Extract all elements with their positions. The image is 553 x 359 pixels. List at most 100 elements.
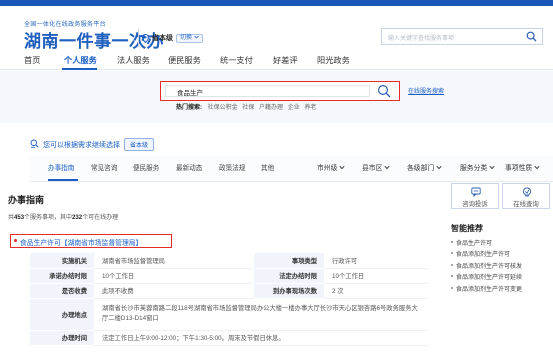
switch-location-button[interactable]: 切换: [176, 33, 204, 43]
nav-convenience-services[interactable]: 便民服务: [168, 54, 201, 66]
tab-policies[interactable]: 政策法规: [219, 162, 245, 172]
nav-home[interactable]: 首页: [24, 54, 40, 66]
smart-recommend-list: 食品生产许可 食品添加剂生产许可 食品添加剂生产许可核发 食品添加剂生产许可延续…: [451, 238, 553, 295]
service-search-box[interactable]: 食品生产: [160, 81, 400, 101]
filter-label: 各级部门: [407, 165, 435, 172]
nav-active-indicator: [62, 68, 97, 70]
nav-corporate-services[interactable]: 法人服务: [117, 54, 150, 66]
search-icon[interactable]: [526, 31, 537, 44]
refine-prompt-text: 您可以根据需求继续选择: [43, 141, 120, 149]
chevron-down-icon: [534, 165, 540, 172]
result-tabs: 办事指南 常见咨询 便民服务 最新动态 政策法规 其他 市州级 县市区 各级部门…: [30, 156, 553, 182]
global-search-input[interactable]: 输入关键字查找服务事项: [381, 28, 543, 45]
filter-item-nature[interactable]: 事项性质: [505, 162, 540, 172]
detail-value: 湖南省长沙市芙蓉南路二段118号湖南省市场监督管理局办公大楼一楼办事大厅长沙市天…: [94, 298, 428, 331]
filter-service-category[interactable]: 服务分类: [460, 162, 495, 172]
detail-label: 实施机关: [30, 253, 94, 269]
detail-value: 此项不收费: [94, 283, 254, 299]
quick-actions: 咨询投诉 在线查询: [451, 183, 553, 209]
detail-label: 办理时间: [30, 330, 94, 346]
hot-keyword[interactable]: 社保: [242, 105, 254, 111]
location-name: 省本级: [152, 35, 173, 42]
hot-searches: 热门搜索: 社保公积金 社保 户籍办理 企业 养老: [176, 102, 319, 111]
list-item[interactable]: 食品添加剂生产许可变更: [451, 284, 553, 295]
tab-convenience[interactable]: 便民服务: [133, 162, 159, 172]
nav-personal-services[interactable]: 个人服务: [64, 54, 97, 66]
table-row: 办理地点 湖南省长沙市芙蓉南路二段118号湖南省市场监督管理局办公大楼一楼办事大…: [30, 298, 428, 331]
list-item[interactable]: 食品添加剂生产许可核发: [451, 261, 553, 272]
right-sidebar: 咨询投诉 在线查询 智能推荐 食品生产许可 食品添加剂生产许可 食品添加剂生产许…: [451, 183, 553, 293]
tab-faq[interactable]: 常见咨询: [91, 162, 117, 172]
chat-icon: [471, 187, 481, 199]
consult-complaint-label: 咨询投诉: [462, 201, 488, 208]
level-chip[interactable]: 省本级: [124, 138, 155, 151]
filter-label: 服务分类: [460, 165, 488, 172]
table-row: 办理时间 法定工作日上午9:00-12:00；下午1:30-5:00。周末及节假…: [30, 330, 428, 346]
detail-label: 承诺办结时限: [30, 268, 94, 284]
detail-label: 到办事现场次数: [254, 283, 324, 299]
section-title: 办事指南: [8, 195, 45, 205]
detail-value: 10个工作日: [324, 268, 428, 284]
list-item[interactable]: 食品生产许可: [451, 238, 553, 249]
hot-keyword[interactable]: 户籍办理: [259, 105, 283, 111]
nav-open-government[interactable]: 阳光政务: [317, 54, 350, 66]
nav-rating[interactable]: 好差评: [273, 54, 298, 66]
query-icon: [522, 187, 532, 199]
search-banner: 食品生产 在线服务搜索 热门搜索: 社保公积金 社保 户籍办理 企业 养老: [0, 71, 553, 123]
hot-searches-label: 热门搜索:: [176, 105, 202, 111]
result-count: 共453个服务事项，其中232个可在线办理: [8, 212, 118, 221]
tab-active-indicator: [48, 179, 78, 181]
service-details-table: 实施机关 湖南省市场监督管理局 事项类型 行政许可 承诺办结时限 10个工作日 …: [30, 253, 428, 346]
online-query-label: 在线查询: [513, 201, 539, 208]
tab-service-guide[interactable]: 办事指南: [48, 162, 74, 172]
location-pin-icon: [142, 33, 149, 43]
count-online: 232: [72, 215, 83, 221]
detail-label: 法定办结时限: [254, 268, 324, 284]
result-item-title[interactable]: 食品生产许可【湖南省市场监督管理局】: [20, 237, 142, 247]
global-search-placeholder: 输入关键字查找服务事项: [388, 36, 455, 42]
filter-departments[interactable]: 各级部门: [407, 162, 442, 172]
chevron-down-icon: [339, 165, 345, 172]
chevron-down-icon: [384, 165, 390, 172]
tab-news[interactable]: 最新动态: [176, 162, 202, 172]
list-item[interactable]: 食品添加剂生产许可延续: [451, 272, 553, 283]
hot-keyword[interactable]: 社保公积金: [208, 105, 238, 111]
table-row: 是否收费 此项不收费 到办事现场次数 2 次: [30, 283, 428, 299]
filter-county-level[interactable]: 县市区: [362, 162, 390, 172]
smart-recommend-title: 智能推荐: [451, 224, 483, 233]
hot-keyword[interactable]: 企业: [288, 105, 300, 111]
search-icon[interactable]: [377, 84, 391, 100]
count-mid: 个服务事项，其中: [24, 215, 73, 221]
filter-label: 市州级: [317, 165, 338, 172]
detail-value: 湖南省市场监督管理局: [94, 253, 254, 269]
header: 全国一体化在线政务服务平台 湖南一件事一次办 省本级 切换 输入关键字查找服务事…: [0, 6, 553, 52]
nav-unified-payment[interactable]: 统一支付: [220, 54, 253, 66]
filter-label: 县市区: [362, 165, 383, 172]
main-nav: 首页 个人服务 法人服务 便民服务 统一支付 好差评 阳光政务: [0, 50, 553, 70]
chevron-down-icon: [436, 165, 442, 172]
table-row: 实施机关 湖南省市场监督管理局 事项类型 行政许可: [30, 253, 428, 269]
detail-value: 10个工作日: [94, 268, 254, 284]
detail-value: 2 次: [324, 283, 428, 299]
service-search-value: 食品生产: [177, 90, 203, 97]
filter-city-level[interactable]: 市州级: [317, 162, 345, 172]
count-total: 453: [14, 215, 25, 221]
search-refine-icon: [30, 139, 39, 150]
table-row: 承诺办结时限 10个工作日 法定办结时限 10个工作日: [30, 268, 428, 284]
list-item[interactable]: 食品添加剂生产许可: [451, 249, 553, 260]
detail-value: 行政许可: [324, 253, 428, 269]
result-item-link[interactable]: 食品生产许可【湖南省市场监督管理局】: [10, 234, 172, 248]
advanced-search-link[interactable]: 在线服务搜索: [408, 86, 444, 95]
detail-label: 是否收费: [30, 283, 94, 299]
chevron-down-icon: [489, 165, 495, 172]
bullet-icon: [14, 239, 17, 242]
detail-label: 办理地点: [30, 298, 94, 331]
online-query-button[interactable]: 在线查询: [502, 183, 550, 209]
refine-prompt: 您可以根据需求继续选择 省本级: [30, 138, 155, 151]
switch-label: 切换: [180, 35, 193, 41]
hot-keyword[interactable]: 养老: [304, 105, 316, 111]
count-suffix: 个可在线办理: [82, 215, 119, 221]
tab-other[interactable]: 其他: [261, 162, 274, 172]
location-selector: 省本级 切换: [142, 33, 204, 43]
consult-complaint-button[interactable]: 咨询投诉: [451, 183, 499, 209]
